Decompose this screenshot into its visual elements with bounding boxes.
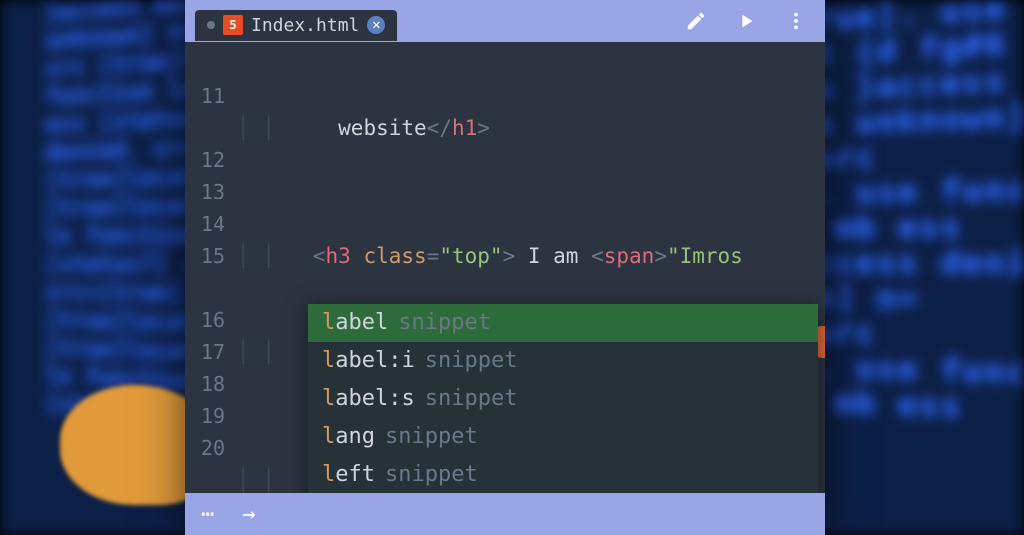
autocomplete-type: snippet	[385, 424, 478, 449]
autocomplete-type: snippet	[425, 348, 518, 373]
line-number	[185, 48, 225, 80]
tab-modified-dot	[207, 21, 215, 29]
line-number: 11	[185, 80, 225, 112]
arrow-right-icon[interactable]: →	[242, 502, 255, 527]
code-line: │ │ <h3 class="top"> I am <span>"Imros	[233, 240, 825, 272]
code-line: │ │ website</h1>	[233, 112, 825, 144]
code-area[interactable]: 11 12131415 1617181920 │ │ website</h1> │ …	[185, 42, 825, 493]
autocomplete-item[interactable]: label snippet	[308, 304, 818, 342]
line-number: 18	[185, 368, 225, 400]
line-number	[185, 112, 225, 144]
line-number: 20	[185, 432, 225, 464]
autocomplete-label: lang	[322, 424, 375, 449]
line-number: 15	[185, 240, 225, 272]
autocomplete-item[interactable]: lang snippet	[308, 418, 818, 456]
code-editor-window: 5 Index.html ✕ 11 12131415 1617181920 │ │ …	[185, 0, 825, 535]
run-icon[interactable]	[735, 10, 757, 32]
line-number: 13	[185, 176, 225, 208]
line-number: 19	[185, 400, 225, 432]
line-number: 12	[185, 144, 225, 176]
autocomplete-item[interactable]: left snippet	[308, 456, 818, 493]
overflow-menu-icon[interactable]	[785, 10, 807, 32]
html5-icon: 5	[223, 15, 243, 35]
line-number	[185, 272, 225, 304]
autocomplete-label: label	[322, 310, 388, 335]
autocomplete-label: left	[322, 462, 375, 487]
line-number: 16	[185, 304, 225, 336]
close-icon[interactable]: ✕	[367, 16, 385, 34]
toolbar-actions	[685, 10, 815, 32]
bottom-toolbar: ⋯ →	[185, 493, 825, 535]
file-tab[interactable]: 5 Index.html ✕	[195, 10, 397, 41]
line-gutter: 11 12131415 1617181920	[185, 42, 233, 493]
autocomplete-label: label:s	[322, 386, 415, 411]
line-number: 14	[185, 208, 225, 240]
more-icon[interactable]: ⋯	[201, 502, 214, 527]
autocomplete-item[interactable]: label:i snippet	[308, 342, 818, 380]
autocomplete-label: label:i	[322, 348, 415, 373]
autocomplete-popup[interactable]: label snippet label:i snippet label:s snippet…	[308, 304, 818, 493]
tab-bar: 5 Index.html ✕	[185, 0, 825, 42]
tab-filename: Index.html	[251, 15, 359, 36]
line-number: 17	[185, 336, 225, 368]
edit-icon[interactable]	[685, 10, 707, 32]
autocomplete-type: snippet	[425, 386, 518, 411]
autocomplete-type: snippet	[385, 462, 478, 487]
autocomplete-type: snippet	[398, 310, 491, 335]
autocomplete-item[interactable]: label:s snippet	[308, 380, 818, 418]
